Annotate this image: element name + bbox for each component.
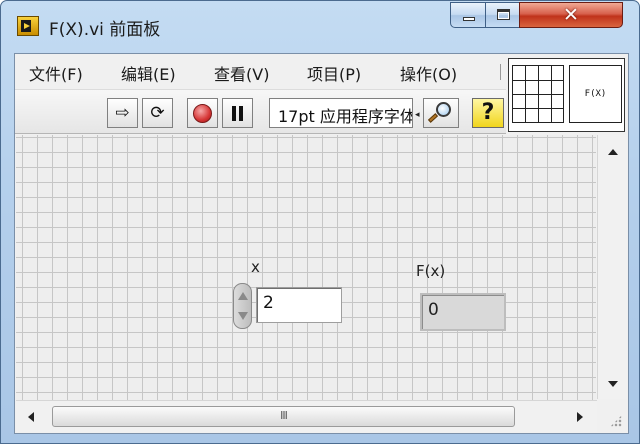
front-panel-client: 文件(F) 编辑(E) 查看(V) 项目(P) 操作(O) F(X) ⇨ ⟳ 1…	[14, 53, 629, 434]
scroll-up-icon[interactable]	[608, 149, 618, 155]
close-icon: ✕	[563, 4, 579, 26]
font-dropdown-arrow-icon[interactable]: ◂	[415, 110, 420, 120]
menu-operate[interactable]: 操作(O)	[400, 61, 457, 85]
menu-file[interactable]: 文件(F)	[29, 61, 83, 85]
pause-button[interactable]	[222, 98, 253, 128]
menu-project[interactable]: 项目(P)	[307, 61, 361, 85]
pause-icon	[232, 105, 243, 121]
scroll-left-icon[interactable]	[28, 412, 34, 422]
run-arrow-icon: ⇨	[115, 103, 130, 123]
connector-pane-icon[interactable]	[512, 65, 564, 123]
maximize-button[interactable]	[485, 2, 520, 28]
abort-button[interactable]	[187, 98, 218, 128]
minimize-button[interactable]	[450, 2, 486, 28]
icon-pane: F(X)	[508, 58, 625, 132]
front-panel-canvas[interactable]: x 2 F(x) 0	[16, 135, 596, 401]
fx-indicator-label: F(x)	[416, 262, 446, 280]
x-increment-decrement[interactable]	[233, 283, 252, 329]
x-numeric-control[interactable]: 2	[256, 287, 342, 323]
help-icon: ?	[481, 100, 495, 125]
window-title: F(X).vi 前面板	[49, 20, 161, 40]
fx-numeric-indicator: 0	[420, 293, 506, 331]
vertical-scrollbar[interactable]	[597, 135, 627, 399]
scroll-down-icon[interactable]	[608, 381, 618, 387]
run-continuous-icon: ⟳	[150, 103, 165, 123]
minimize-icon	[463, 17, 475, 21]
scroll-right-icon[interactable]	[577, 412, 583, 422]
resize-grip-icon[interactable]	[598, 400, 628, 433]
run-button[interactable]: ⇨	[107, 98, 138, 128]
run-continuously-button[interactable]: ⟳	[142, 98, 173, 128]
close-button[interactable]: ✕	[519, 2, 623, 28]
search-button[interactable]	[423, 98, 459, 128]
labview-app-icon[interactable]	[17, 16, 39, 36]
menu-view[interactable]: 查看(V)	[214, 61, 269, 85]
x-control-label: x	[251, 258, 260, 276]
horizontal-scroll-thumb[interactable]: III	[52, 406, 515, 427]
font-selector[interactable]: 17pt 应用程序字体	[269, 98, 413, 128]
maximize-icon	[497, 9, 510, 20]
abort-icon	[193, 103, 212, 123]
title-bar[interactable]: F(X).vi 前面板 ✕	[1, 1, 639, 53]
menu-edit[interactable]: 编辑(E)	[121, 61, 176, 85]
increment-arrow-icon[interactable]	[238, 292, 248, 300]
menu-bar: 文件(F) 编辑(E) 查看(V) 项目(P) 操作(O)	[15, 54, 506, 90]
vi-icon[interactable]: F(X)	[569, 65, 622, 123]
decrement-arrow-icon[interactable]	[238, 312, 248, 320]
toolbar: ⇨ ⟳ 17pt 应用程序字体 ◂ ?	[15, 90, 506, 134]
context-help-button[interactable]: ?	[472, 98, 504, 128]
labview-window: F(X).vi 前面板 ✕ 文件(F) 编辑(E) 查看(V) 项目(P) 操作…	[0, 0, 640, 444]
search-icon	[436, 102, 451, 117]
horizontal-scrollbar[interactable]: III	[16, 400, 597, 432]
menu-overflow-divider	[500, 64, 502, 80]
